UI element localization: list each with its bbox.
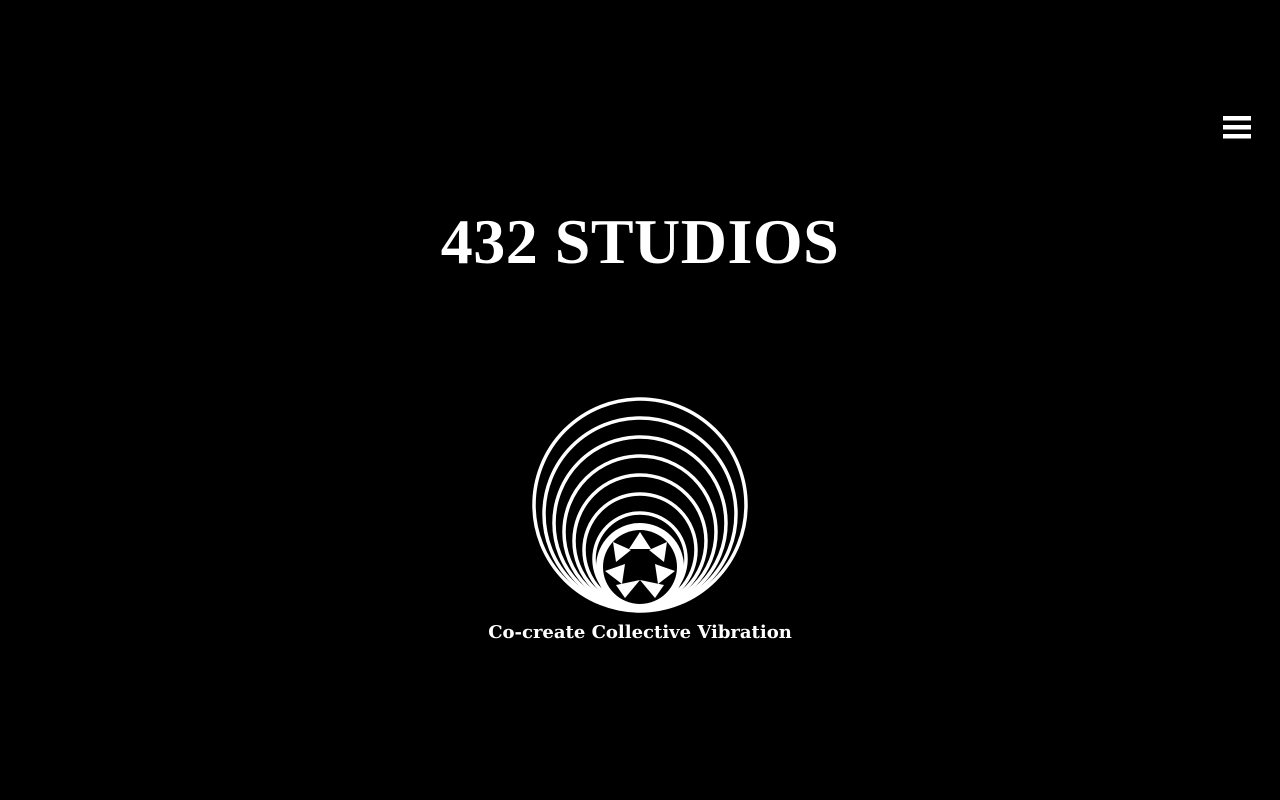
menu-button[interactable] xyxy=(1220,112,1254,142)
tagline: Co-create Collective Vibration xyxy=(488,622,792,643)
site-title: 432 STUDIOS xyxy=(440,206,840,277)
studio-logo xyxy=(530,395,750,615)
hamburger-menu-icon xyxy=(1223,116,1251,139)
concentric-circles-star-logo xyxy=(532,397,748,613)
